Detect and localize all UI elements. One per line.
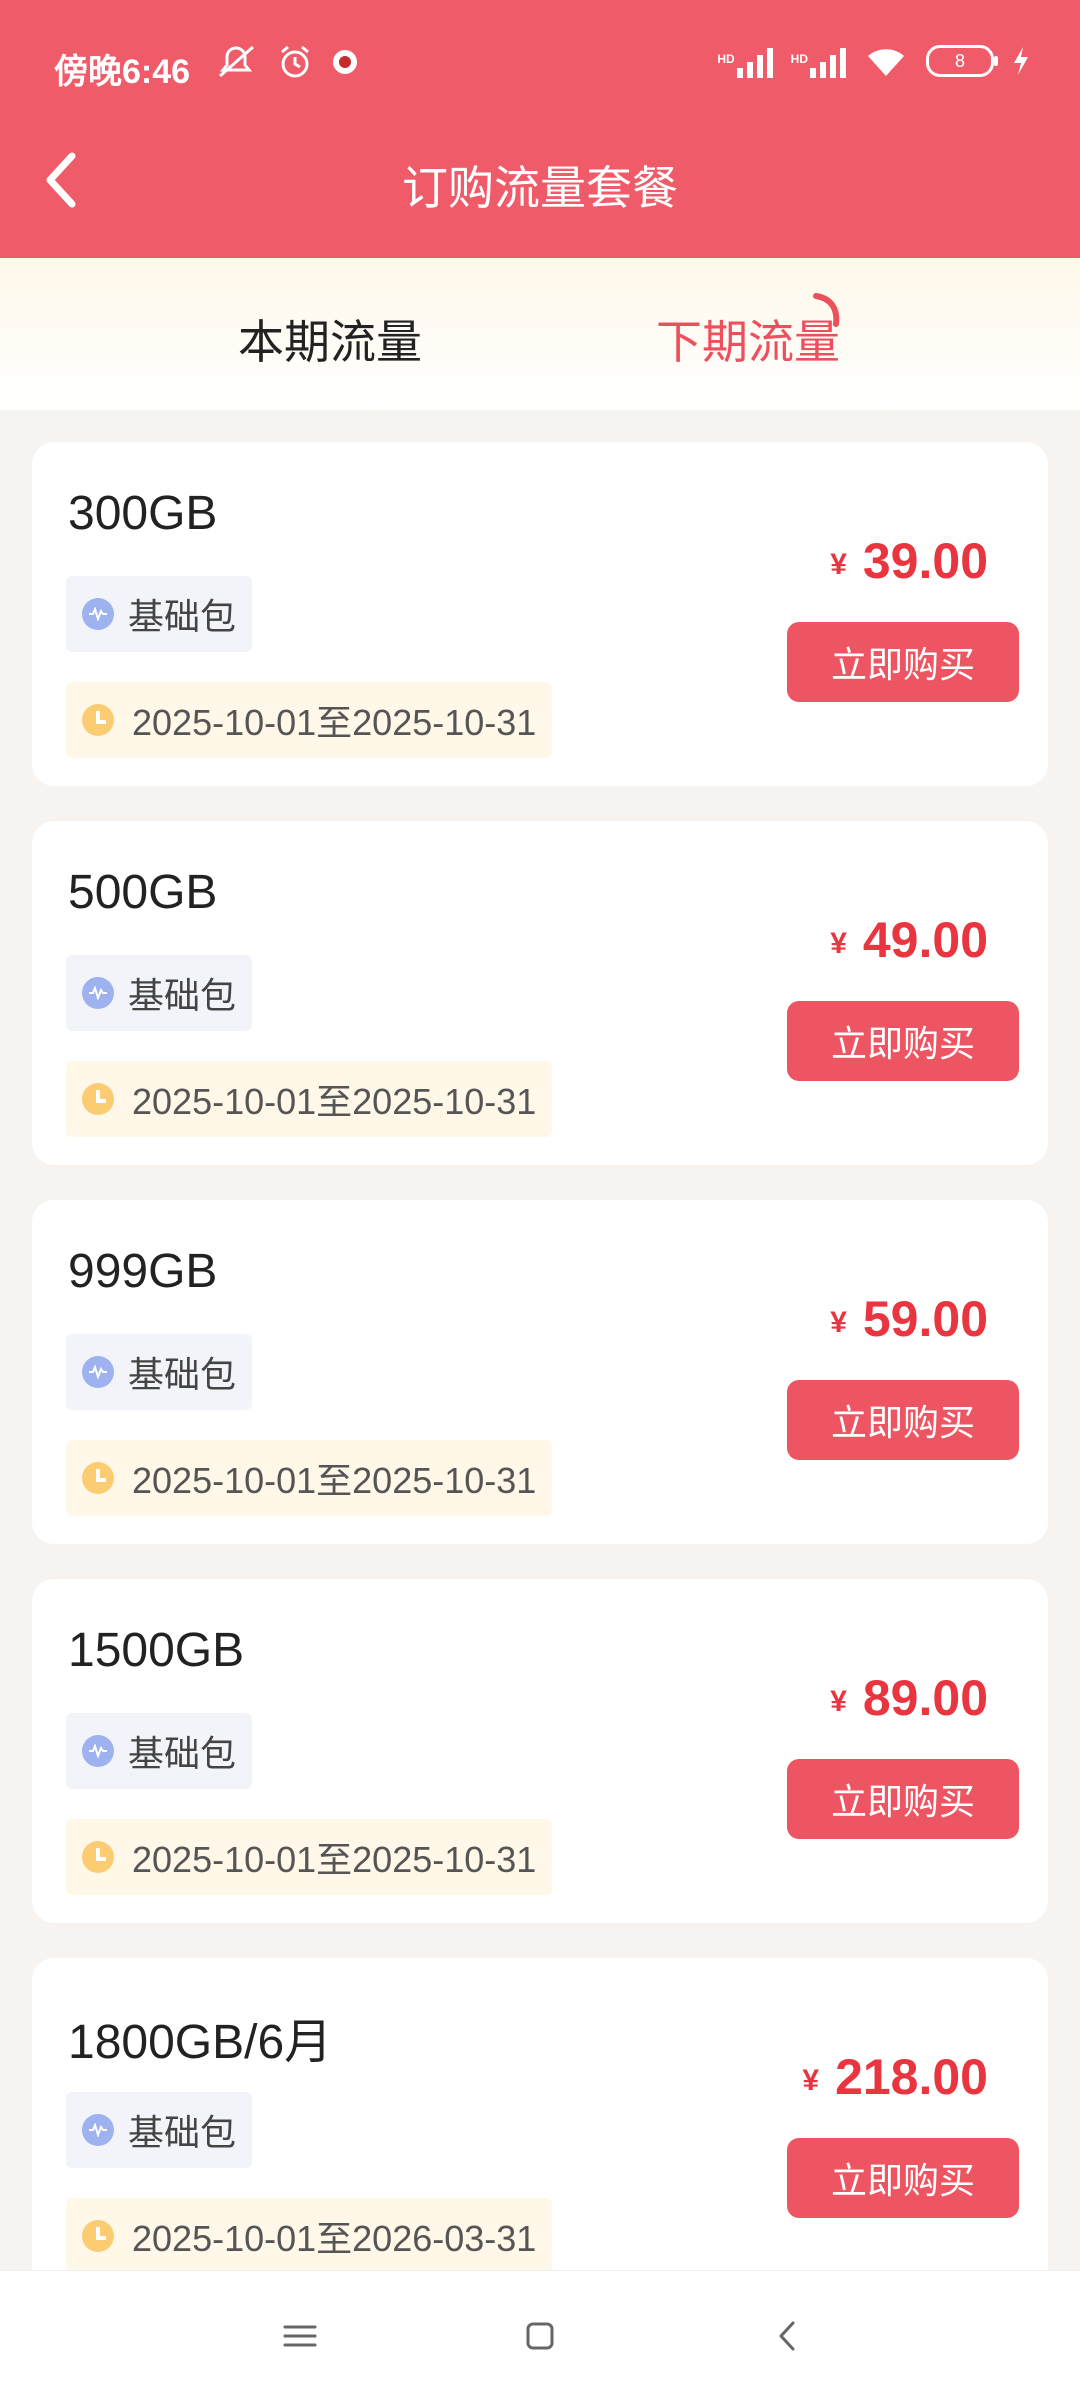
package-type-badge: 基础包	[66, 576, 253, 652]
validity-period: 2025-10-01至2025-10-31	[66, 1819, 553, 1895]
package-name: 1800GB/6月	[68, 2016, 333, 2069]
buy-now-button[interactable]: 立即购买	[787, 1380, 1019, 1460]
status-time: 傍晚6:46	[54, 53, 191, 91]
wave-icon	[82, 1356, 114, 1388]
package-name: 1500GB	[68, 1624, 245, 1677]
validity-period: 2025-10-01至2025-10-31	[66, 682, 553, 758]
package-name: 999GB	[68, 1245, 218, 1298]
signal-icon: HD	[791, 44, 846, 78]
clock-icon	[82, 704, 114, 736]
tab-current-period[interactable]: 本期流量	[238, 306, 422, 372]
package-type-badge: 基础包	[66, 955, 253, 1031]
package-card: 999GB 基础包 2025-10-01至2025-10-31 ¥59.00 立…	[32, 1200, 1048, 1544]
package-card: 300GB 基础包 2025-10-01至2025-10-31 ¥39.00 立…	[32, 442, 1048, 786]
clock-icon	[82, 1462, 114, 1494]
package-price: ¥39.00	[830, 533, 988, 589]
app-header: 傍晚6:46 HD HD 8 订购流量套餐	[0, 0, 1080, 258]
buy-now-button[interactable]: 立即购买	[787, 2138, 1019, 2218]
buy-now-button[interactable]: 立即购买	[787, 622, 1019, 702]
wave-icon	[82, 977, 114, 1009]
status-bar: 傍晚6:46 HD HD 8	[0, 0, 1080, 130]
buy-now-button[interactable]: 立即购买	[787, 1759, 1019, 1839]
wave-icon	[82, 2114, 114, 2146]
package-card: 1800GB/6月 基础包 2025-10-01至2026-03-31 ¥218…	[32, 1958, 1048, 2302]
alarm-icon	[281, 45, 309, 78]
page-title: 订购流量套餐	[402, 162, 678, 214]
mute-icon	[219, 45, 254, 78]
wifi-icon	[868, 49, 904, 76]
wave-icon	[82, 598, 114, 630]
package-price: ¥59.00	[830, 1291, 988, 1347]
validity-period: 2025-10-01至2025-10-31	[66, 1061, 553, 1137]
clock-icon	[82, 1841, 114, 1873]
package-price: ¥218.00	[802, 2049, 988, 2105]
clock-icon	[82, 2220, 114, 2252]
system-navigation-bar	[0, 2270, 1080, 2401]
app-notification-icon	[333, 50, 357, 74]
package-card: 500GB 基础包 2025-10-01至2025-10-31 ¥49.00 立…	[32, 821, 1048, 1165]
package-price: ¥89.00	[830, 1670, 988, 1726]
package-list: 300GB 基础包 2025-10-01至2025-10-31 ¥39.00 立…	[32, 442, 1048, 2337]
home-icon[interactable]	[515, 2311, 565, 2361]
menu-icon[interactable]	[275, 2311, 325, 2361]
package-name: 300GB	[68, 487, 218, 540]
selected-tab-indicator-icon	[813, 293, 840, 327]
package-type-badge: 基础包	[66, 1334, 253, 1410]
package-type-badge: 基础包	[66, 2092, 253, 2168]
validity-period: 2025-10-01至2025-10-31	[66, 1440, 553, 1516]
wave-icon	[82, 1735, 114, 1767]
package-card: 1500GB 基础包 2025-10-01至2025-10-31 ¥89.00 …	[32, 1579, 1048, 1923]
package-type-badge: 基础包	[66, 1713, 253, 1789]
validity-period: 2025-10-01至2026-03-31	[66, 2198, 553, 2274]
signal-icon: HD	[717, 44, 773, 78]
battery-icon: 8	[926, 45, 998, 77]
charging-icon	[1014, 47, 1028, 75]
package-name: 500GB	[68, 866, 218, 919]
package-price: ¥49.00	[830, 912, 988, 968]
period-tabs: 本期流量 下期流量	[0, 258, 1080, 410]
back-icon[interactable]	[762, 2311, 812, 2361]
buy-now-button[interactable]: 立即购买	[787, 1001, 1019, 1081]
clock-icon	[82, 1083, 114, 1115]
